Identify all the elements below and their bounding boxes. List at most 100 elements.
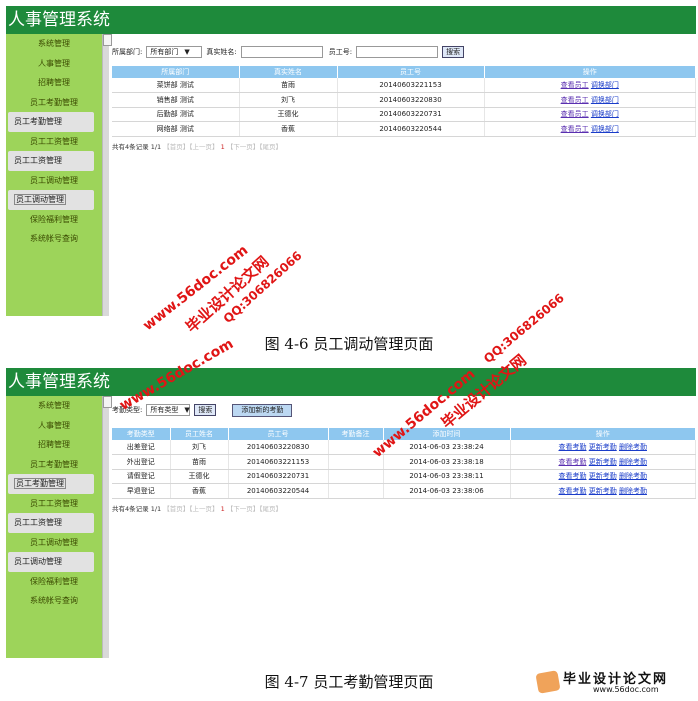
id-input[interactable] [356,46,439,58]
update-attendance-link[interactable]: 更新考勤 [589,487,617,495]
menu-transfer-sub[interactable]: 员工调动管理 [8,190,94,210]
menu-salary[interactable]: 员工工资管理 [6,494,102,514]
cell-actions: 查看考勤 更新考勤 删除考勤 [510,440,696,455]
menu-transfer[interactable]: 员工调动管理 [6,171,102,191]
menu-insurance[interactable]: 保险福利管理 [6,210,102,230]
pager-summary: 共有4条记录 1/1 [112,142,162,151]
main-content: 考勤类型: 所有类型 ▼ 搜索 添加新的考勤 考勤类型 员工姓名 员工号 考勤备… [112,402,696,658]
dept-select-value: 所有部门 [150,48,179,56]
sidebar-splitter[interactable] [102,396,112,658]
add-attendance-button[interactable]: 添加新的考勤 [232,403,293,417]
pager-page[interactable]: 1 [221,143,225,151]
view-attendance-link[interactable]: 查看考勤 [559,487,587,495]
logo-icon [535,670,561,694]
cell-type: 请假登记 [112,469,171,484]
menu-salary-sub[interactable]: 员工工资管理 [8,151,94,171]
view-attendance-link[interactable]: 查看考勤 [559,443,587,451]
col-dept: 所属部门 [112,66,240,78]
cell-id: 20140603220731 [337,107,485,122]
menu-insurance[interactable]: 保险福利管理 [6,572,102,592]
menu-transfer-sub-label: 员工调动管理 [14,194,66,205]
menu-transfer[interactable]: 员工调动管理 [6,533,102,553]
search-button[interactable]: 搜索 [194,404,217,416]
cell-actions: 查看员工 调换部门 [484,121,696,137]
menu-recruit[interactable]: 招聘管理 [6,435,102,455]
view-attendance-link[interactable]: 查看考勤 [559,472,587,480]
menu-recruit[interactable]: 招聘管理 [6,73,102,93]
delete-attendance-link[interactable]: 删除考勤 [619,487,647,495]
menu-salary[interactable]: 员工工资管理 [6,132,102,152]
cell-note [328,469,384,484]
view-employee-link[interactable]: 查看员工 [561,96,589,104]
delete-attendance-link[interactable]: 删除考勤 [619,443,647,451]
view-employee-link[interactable]: 查看员工 [561,110,589,118]
attendance-table: 考勤类型 员工姓名 员工号 考勤备注 添加时间 操作 出差登记 刘飞 20140… [112,428,696,499]
pager-next[interactable]: 【下一页】 [227,505,260,513]
cell-actions: 查看员工 调换部门 [484,107,696,122]
view-employee-link[interactable]: 查看员工 [561,125,589,133]
cell-actions: 查看考勤 更新考勤 删除考勤 [510,454,696,470]
pager-last[interactable]: 【尾页】 [259,143,282,151]
search-button[interactable]: 搜索 [442,46,465,58]
delete-attendance-link[interactable]: 删除考勤 [619,458,647,466]
table-header: 所属部门 真实姓名 员工号 操作 [112,66,696,78]
pager-prev[interactable]: 【上一页】 [189,505,218,513]
main-content: 所属部门: 所有部门 ▼ 真实姓名: 员工号: 搜索 所属部门 真实姓名 员工号… [112,44,696,316]
cell-actions: 查看考勤 更新考勤 删除考勤 [510,469,696,484]
type-select-value: 所有类型 [150,406,179,414]
type-label: 考勤类型: [112,406,143,414]
menu-attendance[interactable]: 员工考勤管理 [6,455,102,475]
update-attendance-link[interactable]: 更新考勤 [589,443,617,451]
menu-personnel[interactable]: 人事管理 [6,54,102,74]
pager-first[interactable]: 【首页】 [163,505,189,513]
menu-attendance-sub[interactable]: 员工考勤管理 [8,474,94,494]
change-dept-link[interactable]: 调换部门 [591,81,619,89]
cell-name: 苗雨 [170,454,229,470]
dept-label: 所属部门: [112,48,143,56]
menu-attendance-sub-label: 员工考勤管理 [14,478,66,489]
update-attendance-link[interactable]: 更新考勤 [589,458,617,466]
table-row: 销售部 测试 刘飞 20140603220830 查看员工 调换部门 [112,92,696,108]
sidebar-splitter[interactable] [102,34,112,316]
menu-system[interactable]: 系统管理 [6,396,102,416]
menu-attendance-sub[interactable]: 员工考勤管理 [8,112,94,132]
menu-salary-sub[interactable]: 员工工资管理 [8,513,94,533]
view-attendance-link[interactable]: 查看考勤 [559,458,587,466]
menu-account[interactable]: 系统帐号查询 [6,229,102,249]
cell-name: 刘飞 [170,440,229,455]
dept-select[interactable]: 所有部门 ▼ [146,46,203,58]
pager-prev[interactable]: 【上一页】 [189,143,218,151]
table-row: 菜饼部 测试 苗雨 20140603221153 查看员工 调换部门 [112,78,696,93]
cell-name: 香蕉 [239,121,338,137]
sidebar: 系统管理 人事管理 招聘管理 员工考勤管理 员工考勤管理 员工工资管理 员工工资… [6,396,102,658]
pager-last[interactable]: 【尾页】 [259,505,282,513]
type-select[interactable]: 所有类型 ▼ [146,404,191,416]
view-employee-link[interactable]: 查看员工 [561,81,589,89]
change-dept-link[interactable]: 调换部门 [591,96,619,104]
cell-dept: 后勤部 测试 [112,107,240,122]
pager-next[interactable]: 【下一页】 [227,143,260,151]
col-id: 员工号 [228,428,329,440]
change-dept-link[interactable]: 调换部门 [591,125,619,133]
name-input[interactable] [240,46,323,58]
delete-attendance-link[interactable]: 删除考勤 [619,472,647,480]
change-dept-link[interactable]: 调换部门 [591,110,619,118]
menu-system[interactable]: 系统管理 [6,34,102,54]
cell-dept: 销售部 测试 [112,92,240,108]
cell-actions: 查看考勤 更新考勤 删除考勤 [510,483,696,499]
table-row: 早退登记 香蕉 20140603220544 2014-06-03 23:38:… [112,483,696,499]
pager-page[interactable]: 1 [221,505,225,513]
menu-transfer-sub[interactable]: 员工调动管理 [8,552,94,572]
update-attendance-link[interactable]: 更新考勤 [589,472,617,480]
pager-first[interactable]: 【首页】 [163,143,189,151]
menu-personnel[interactable]: 人事管理 [6,416,102,436]
col-id: 员工号 [337,66,485,78]
menu-account[interactable]: 系统帐号查询 [6,591,102,611]
table-row: 外出登记 苗雨 20140603221153 2014-06-03 23:38:… [112,454,696,470]
cell-type: 出差登记 [112,440,171,455]
employee-table: 所属部门 真实姓名 员工号 操作 菜饼部 测试 苗雨 2014060322115… [112,66,696,137]
figure-caption-4-6: 图 4-6 员工调动管理页面 [264,335,434,353]
menu-attendance[interactable]: 员工考勤管理 [6,93,102,113]
screenshot-dept-transfer: 人事管理系统 系统管理 人事管理 招聘管理 员工考勤管理 员工考勤管理 员工工资… [6,6,696,316]
cell-time: 2014-06-03 23:38:18 [383,454,511,470]
